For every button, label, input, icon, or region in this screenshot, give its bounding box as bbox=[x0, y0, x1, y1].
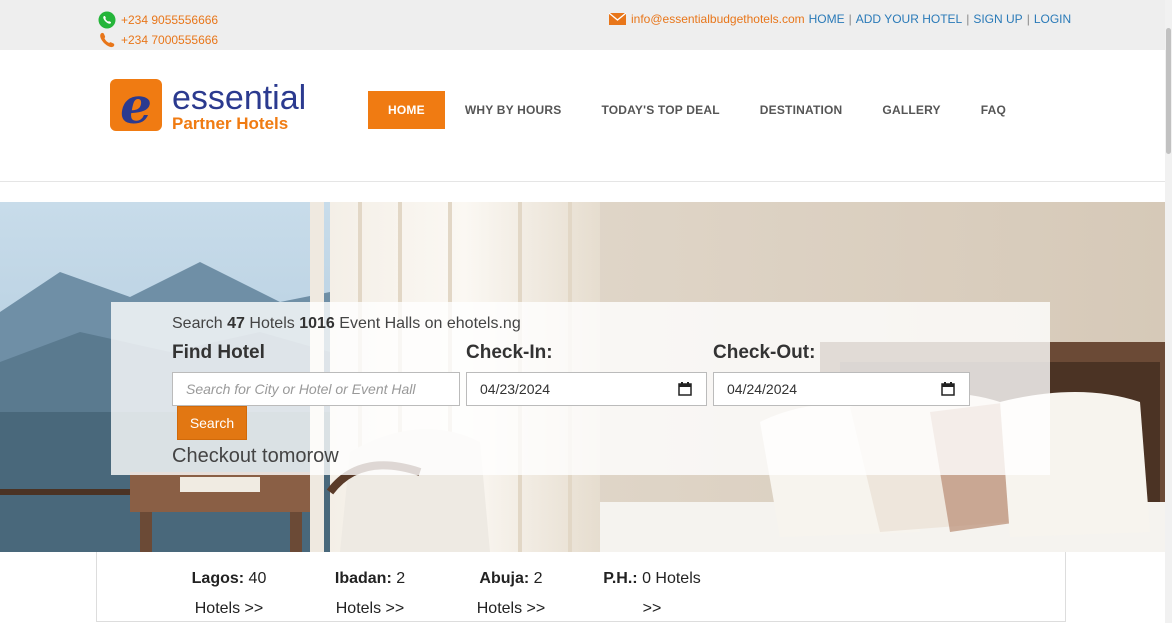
scrollbar-thumb[interactable] bbox=[1166, 28, 1171, 154]
hotel-count: 47 bbox=[227, 315, 245, 332]
check-out-date-input[interactable]: 04/24/2024 bbox=[713, 372, 970, 406]
top-bar: +234 9055556666 +234 7000555666 info@ess… bbox=[0, 0, 1165, 50]
nav-item-todays-top-deal[interactable]: TODAY'S TOP DEAL bbox=[581, 91, 739, 129]
check-in-date-input[interactable]: 04/23/2024 bbox=[466, 372, 707, 406]
calendar-icon[interactable] bbox=[678, 382, 692, 396]
hall-count: 1016 bbox=[299, 315, 335, 332]
logo-word: essential bbox=[172, 79, 306, 117]
nav-item-destination[interactable]: DESTINATION bbox=[740, 91, 863, 129]
nav-item-why-by-hours[interactable]: WHY BY HOURS bbox=[445, 91, 582, 129]
header: e essential Partner Hotels HOME WHY BY H… bbox=[0, 50, 1165, 182]
logo-tagline: Partner Hotels bbox=[172, 114, 288, 133]
logo-letter: e bbox=[120, 79, 152, 135]
nav-item-gallery[interactable]: GALLERY bbox=[862, 91, 960, 129]
check-in-value: 04/23/2024 bbox=[480, 381, 551, 397]
search-intro: Search 47 Hotels 1016 Event Halls on eho… bbox=[172, 315, 521, 332]
city-link-ibadan[interactable]: Ibadan: 2 Hotels >> bbox=[330, 564, 410, 623]
top-links: info@essentialbudgethotels.com HOME | AD… bbox=[609, 12, 1071, 26]
whatsapp-number: +234 9055556666 bbox=[121, 13, 219, 27]
whatsapp-icon bbox=[98, 11, 116, 29]
city-link-abuja[interactable]: Abuja: 2 Hotels >> bbox=[471, 564, 551, 623]
main-nav: HOME WHY BY HOURS TODAY'S TOP DEAL DESTI… bbox=[368, 91, 1026, 129]
check-out-value: 04/24/2024 bbox=[727, 381, 798, 397]
city-link-lagos[interactable]: Lagos: 40 Hotels >> bbox=[189, 564, 269, 623]
separator: | bbox=[848, 12, 852, 26]
top-link-sign-up[interactable]: SIGN UP bbox=[973, 12, 1022, 26]
phone-contact[interactable]: +234 7000555666 bbox=[98, 31, 218, 49]
separator: | bbox=[1026, 12, 1030, 26]
nav-item-home[interactable]: HOME bbox=[368, 91, 445, 129]
email-link[interactable]: info@essentialbudgethotels.com bbox=[631, 12, 805, 26]
search-button[interactable]: Search bbox=[177, 406, 247, 440]
whatsapp-contact[interactable]: +234 9055556666 bbox=[98, 11, 218, 29]
mail-icon bbox=[609, 13, 626, 25]
phone-number: +234 7000555666 bbox=[121, 33, 219, 47]
checkout-note: Checkout tomorow bbox=[172, 445, 339, 467]
top-link-home[interactable]: HOME bbox=[809, 12, 845, 26]
hotel-search-panel: Search 47 Hotels 1016 Event Halls on eho… bbox=[111, 302, 1050, 475]
separator: | bbox=[966, 12, 970, 26]
top-link-add-your-hotel[interactable]: ADD YOUR HOTEL bbox=[856, 12, 962, 26]
check-in-label: Check-In: bbox=[466, 342, 553, 363]
phone-icon bbox=[98, 31, 116, 49]
calendar-icon[interactable] bbox=[941, 382, 955, 396]
check-out-label: Check-Out: bbox=[713, 342, 816, 363]
page: +234 9055556666 +234 7000555666 info@ess… bbox=[0, 0, 1172, 623]
page-scrollbar[interactable] bbox=[1165, 0, 1172, 623]
city-link-port-harcourt[interactable]: P.H.: 0 Hotels >> bbox=[597, 564, 707, 623]
city-hotel-counts: Lagos: 40 Hotels >> Ibadan: 2 Hotels >> … bbox=[96, 552, 1066, 622]
nav-item-faq[interactable]: FAQ bbox=[961, 91, 1026, 129]
top-link-login[interactable]: LOGIN bbox=[1034, 12, 1071, 26]
logo[interactable]: e essential Partner Hotels bbox=[110, 76, 310, 135]
find-hotel-label: Find Hotel bbox=[172, 342, 265, 363]
find-hotel-input[interactable]: Search for City or Hotel or Event Hall bbox=[172, 372, 460, 406]
